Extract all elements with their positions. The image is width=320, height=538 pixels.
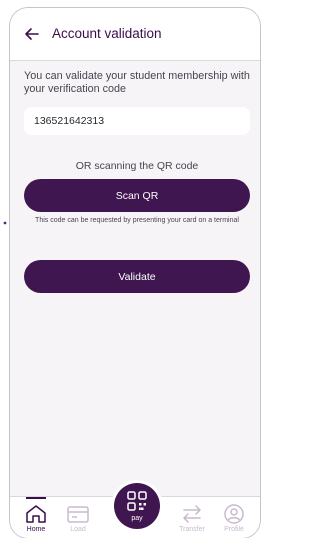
app-bar: Account validation [10,8,260,61]
nav-item-transfer[interactable]: Transfer [170,497,214,538]
profile-icon [224,504,244,524]
scan-qr-button[interactable]: Scan QR [24,179,250,212]
nav-label-transfer: Transfer [179,526,205,533]
nav-item-load[interactable]: Load [56,497,100,538]
nav-item-home[interactable]: Home [14,497,58,538]
code-hint-text: This code can be requested by presenting… [35,217,239,224]
nav-label-profile: Profile [224,526,244,533]
card-icon [67,506,89,523]
validation-description: You can validate your student membership… [24,70,250,95]
phone-frame: Account validation You can validate your… [10,8,260,538]
nav-item-profile[interactable]: Profile [212,497,256,538]
or-scan-text: OR scanning the QR code [75,160,199,172]
nav-label-pay: pay [131,515,143,522]
page-title: Account validation [52,26,162,41]
pay-button[interactable]: pay [114,483,160,529]
validate-button[interactable]: Validate [24,260,250,293]
home-icon [26,505,46,523]
verification-code-input[interactable] [24,107,250,135]
nav-label-home: Home [26,526,46,533]
arrow-left-icon[interactable] [22,24,42,44]
nav-label-load: Load [70,526,86,533]
transfer-icon [183,505,201,523]
qr-code-icon [127,491,147,511]
active-indicator [26,497,46,499]
